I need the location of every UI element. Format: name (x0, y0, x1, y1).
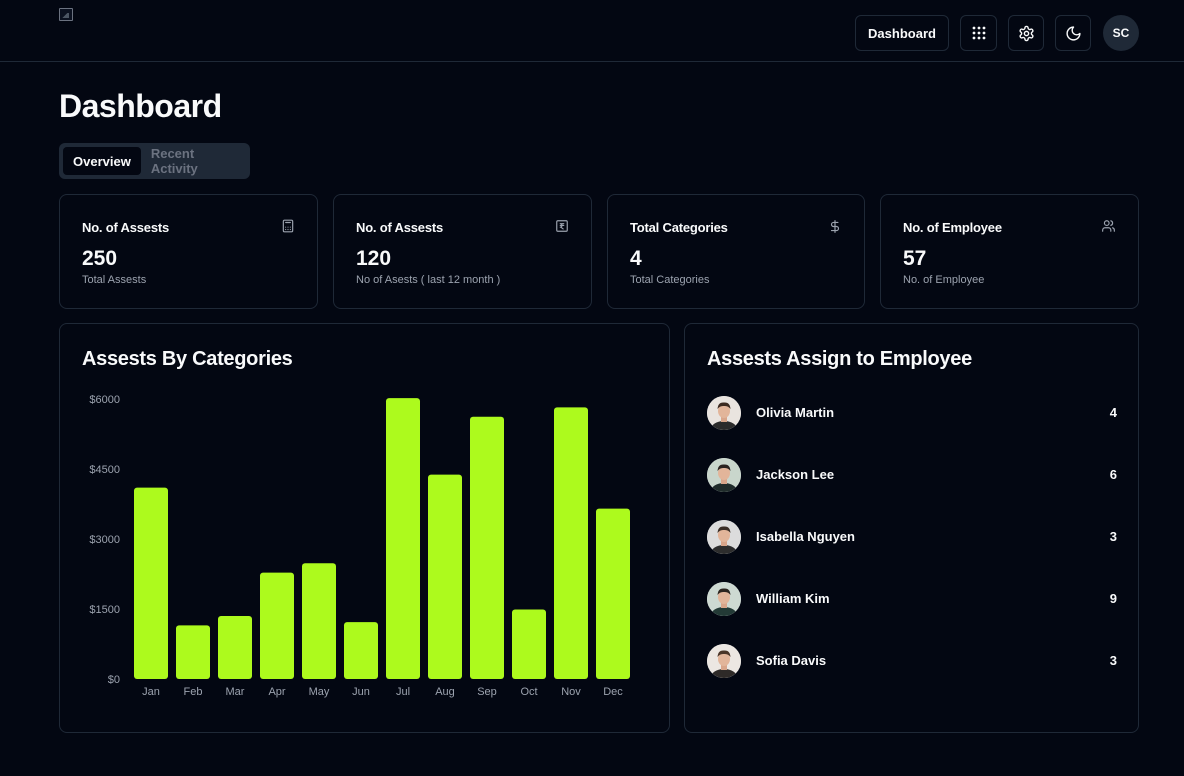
x-tick-label: Nov (561, 686, 581, 698)
employee-name: Isabella Nguyen (756, 529, 855, 544)
page-title: Dashboard (59, 88, 222, 124)
x-tick-label: Sep (477, 686, 497, 698)
stat-title: Total Categories (630, 220, 728, 235)
employee-row[interactable]: Isabella Nguyen 3 (707, 520, 1117, 554)
x-tick-label: Apr (268, 686, 285, 698)
bar-nov[interactable] (554, 407, 588, 679)
receipt-icon (556, 220, 568, 232)
tab-recent-activity[interactable]: Recent Activity (141, 146, 246, 176)
stat-value: 4 (630, 247, 642, 270)
user-avatar[interactable]: SC (1103, 15, 1139, 51)
employee-avatar (707, 520, 741, 554)
x-tick-label: Dec (603, 686, 623, 698)
tab-list: Overview Recent Activity (59, 143, 250, 179)
stat-subtitle: No. of Employee (903, 274, 985, 286)
bar-aug[interactable] (428, 474, 462, 679)
bar-feb[interactable] (176, 625, 210, 679)
employee-row[interactable]: Olivia Martin 4 (707, 396, 1117, 430)
employee-row[interactable]: Sofia Davis 3 (707, 644, 1117, 678)
x-tick-label: Aug (435, 686, 455, 698)
employee-list-heading: Assests Assign to Employee (707, 348, 972, 370)
employee-asset-count: 9 (1109, 591, 1117, 606)
calculator-icon (282, 219, 294, 233)
bar-jan[interactable] (134, 487, 168, 679)
logo-image[interactable] (59, 8, 73, 21)
employee-name: Jackson Lee (756, 467, 835, 482)
bar-jun[interactable] (344, 622, 378, 679)
bar-apr[interactable] (260, 572, 294, 679)
employee-list-card: Assests Assign to Employee Olivia Martin… (684, 323, 1139, 733)
employee-avatar (707, 396, 741, 430)
settings-button[interactable] (1008, 15, 1044, 51)
stat-subtitle: Total Assests (82, 274, 147, 286)
dollar-icon (830, 220, 840, 233)
stat-title: No. of Assests (356, 220, 444, 235)
employee-name: Olivia Martin (756, 405, 835, 420)
employee-avatar (707, 582, 741, 616)
gear-icon (1018, 25, 1034, 41)
employee-asset-count: 6 (1109, 467, 1117, 482)
stat-card-employees: No. of Employee 57 No. of Employee (880, 194, 1139, 309)
stat-card-total-assets: No. of Assests 250 Total Assests (59, 194, 318, 309)
employee-avatar (707, 458, 741, 492)
x-tick-label: Mar (226, 686, 245, 698)
bar-oct[interactable] (512, 609, 546, 679)
employee-asset-count: 4 (1109, 405, 1117, 420)
bar-chart: $0 $1500 $3000 $4500 $6000 Jan Feb Mar Apr May Jun… (89, 394, 630, 698)
x-tick-label: Jun (352, 686, 370, 698)
stat-card-recent-assets: No. of Assests 120 No of Asests ( last 1… (333, 194, 592, 309)
y-tick-label: $1500 (89, 604, 120, 616)
stat-subtitle: No of Asests ( last 12 month ) (356, 274, 501, 286)
users-icon (1102, 220, 1115, 232)
stat-title: No. of Assests (82, 220, 170, 235)
y-tick-label: $4500 (89, 464, 120, 476)
bar-jul[interactable] (386, 398, 420, 679)
stat-title: No. of Employee (903, 220, 1002, 235)
employee-row[interactable]: William Kim 9 (707, 582, 1117, 616)
employee-name: Sofia Davis (756, 653, 827, 668)
y-tick-label: $6000 (89, 394, 120, 406)
x-tick-label: Oct (520, 686, 537, 698)
employee-row[interactable]: Jackson Lee 6 (707, 458, 1117, 492)
x-tick-label: May (309, 686, 330, 698)
employee-asset-count: 3 (1109, 529, 1117, 544)
stat-subtitle: Total Categories (630, 274, 710, 286)
grid-icon (972, 26, 985, 40)
employee-avatar (707, 644, 741, 678)
apps-button[interactable] (960, 15, 997, 51)
bar-sep[interactable] (470, 416, 504, 679)
employee-name: William Kim (756, 591, 830, 606)
x-tick-label: Feb (184, 686, 203, 698)
stat-card-categories: Total Categories 4 Total Categories (607, 194, 865, 309)
stat-value: 120 (356, 247, 392, 270)
employee-asset-count: 3 (1109, 653, 1117, 668)
dashboard-nav-button[interactable]: Dashboard (855, 15, 949, 51)
chart-card: Assests By Categories $0 $1500 $3000 $4500 $… (59, 323, 670, 733)
bar-may[interactable] (302, 563, 336, 679)
y-tick-label: $0 (108, 674, 120, 686)
stat-value: 57 (903, 247, 927, 270)
tab-overview[interactable]: Overview (63, 147, 141, 175)
moon-icon (1065, 25, 1081, 41)
x-tick-label: Jan (142, 686, 160, 698)
bar-dec[interactable] (596, 508, 630, 679)
x-tick-label: Jul (396, 686, 410, 698)
y-tick-label: $3000 (89, 534, 120, 546)
bar-mar[interactable] (218, 616, 252, 679)
top-bar: Dashboard SC (0, 0, 1184, 62)
theme-toggle-button[interactable] (1055, 15, 1091, 51)
stat-value: 250 (82, 247, 118, 270)
